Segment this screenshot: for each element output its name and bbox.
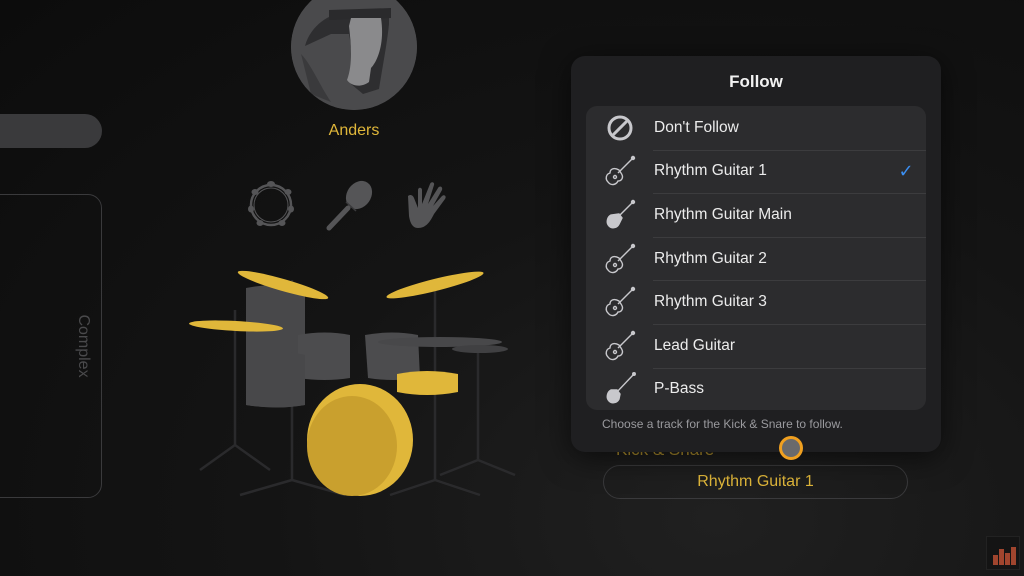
acoustic-electric-guitar-icon <box>586 281 654 324</box>
electric-guitar-icon <box>586 193 654 236</box>
drummer-name: Anders <box>328 122 380 139</box>
list-item-label: Rhythm Guitar 1 <box>654 162 767 180</box>
list-item-label: Rhythm Guitar 3 <box>654 293 767 311</box>
list-item-rhythm-guitar-2[interactable]: Rhythm Guitar 2 <box>586 236 926 281</box>
complex-label: Complex <box>75 314 92 378</box>
list-item-rhythm-guitar-main[interactable]: Rhythm Guitar Main <box>586 193 926 237</box>
prohibited-icon <box>586 106 654 149</box>
tom-drum[interactable] <box>298 332 350 381</box>
complexity-slider-track[interactable] <box>0 114 102 148</box>
list-item-label: Rhythm Guitar Main <box>654 205 792 223</box>
level-meter-icon[interactable] <box>986 536 1020 570</box>
drummer-avatar-icon <box>291 0 417 110</box>
list-item-rhythm-guitar-1[interactable]: Rhythm Guitar 1 ✓ <box>586 149 926 194</box>
follow-track-button[interactable]: Rhythm Guitar 1 <box>603 465 908 499</box>
list-item-p-bass[interactable]: P-Bass <box>586 367 926 410</box>
tambourine-icon[interactable] <box>244 178 298 232</box>
floor-tom[interactable] <box>246 351 305 408</box>
list-item-label: Lead Guitar <box>654 336 735 354</box>
shaker-icon[interactable] <box>322 178 376 232</box>
bass-guitar-icon <box>586 368 654 410</box>
snare-drum[interactable] <box>397 371 458 395</box>
follow-track-list: Don't Follow Rhythm Guitar 1 ✓ Rhythm Gu… <box>586 106 926 410</box>
list-item-label: Don't Follow <box>654 118 739 136</box>
list-item-lead-guitar[interactable]: Lead Guitar <box>586 323 926 368</box>
complexity-pad[interactable]: Complex <box>0 194 102 498</box>
follow-popover: Follow Don't Follow Rhythm Guitar 1 ✓ Rh… <box>571 56 941 452</box>
drummer-avatar[interactable] <box>291 0 417 110</box>
drum-kit <box>189 270 516 497</box>
list-item-rhythm-guitar-3[interactable]: Rhythm Guitar 3 <box>586 280 926 324</box>
acoustic-electric-guitar-icon <box>586 237 654 280</box>
popover-footer-text: Choose a track for the Kick & Snare to f… <box>602 417 843 431</box>
list-item-dont-follow[interactable]: Don't Follow <box>586 106 926 150</box>
acoustic-electric-guitar-icon <box>586 324 654 367</box>
list-item-label: P-Bass <box>654 380 704 398</box>
checkmark-icon: ✓ <box>898 160 914 181</box>
acoustic-electric-guitar-icon <box>586 150 654 193</box>
popover-title: Follow <box>729 72 783 91</box>
list-item-label: Rhythm Guitar 2 <box>654 249 767 267</box>
touch-indicator <box>779 436 803 460</box>
kick-drum[interactable] <box>307 384 413 496</box>
handclap-icon[interactable] <box>400 178 454 232</box>
